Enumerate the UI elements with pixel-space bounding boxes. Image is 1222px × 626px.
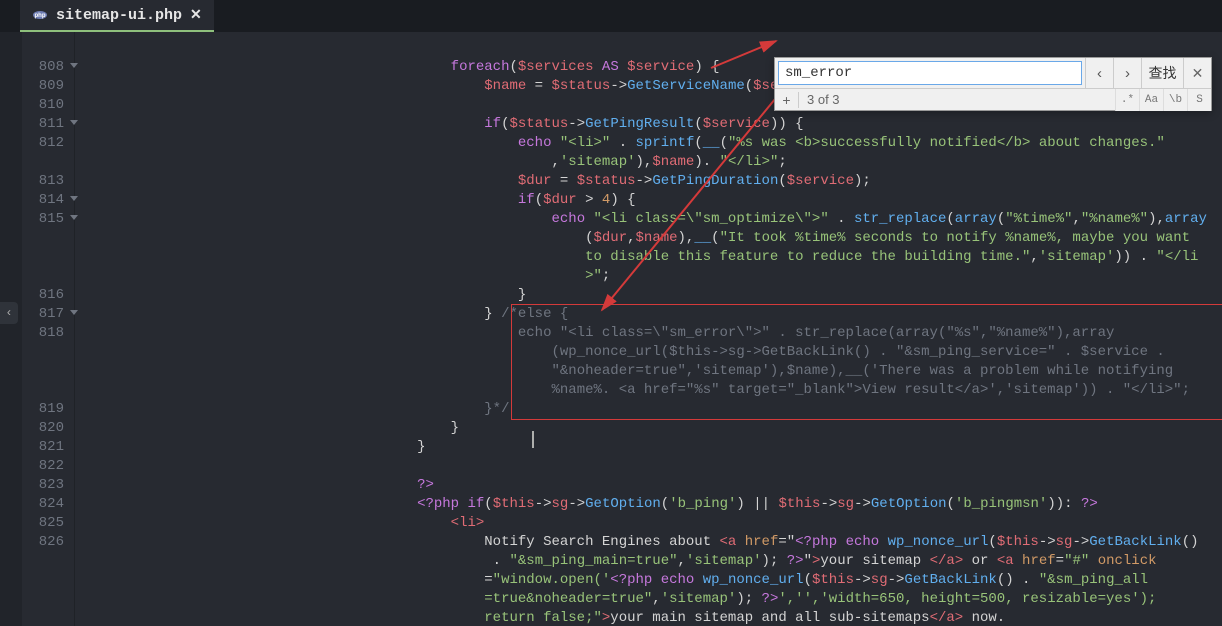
search-input[interactable]	[778, 61, 1082, 85]
editor: ‹ 80880981081181281381481581681781881982…	[0, 32, 1222, 626]
activity-bar: ‹	[0, 32, 22, 626]
search-close-button[interactable]: ✕	[1183, 58, 1211, 88]
panel-toggle-icon[interactable]: ‹	[0, 302, 18, 324]
code-line: }	[75, 420, 1222, 439]
line-number	[22, 249, 74, 268]
line-number: 825	[22, 515, 74, 534]
code-line: ="window.open('<?php echo wp_nonce_url($…	[75, 572, 1222, 591]
line-number	[22, 572, 74, 591]
text-cursor	[532, 431, 534, 448]
search-next-button[interactable]: ›	[1113, 58, 1141, 88]
code-line	[75, 458, 1222, 477]
line-number	[22, 230, 74, 249]
close-icon[interactable]: ✕	[190, 7, 202, 24]
line-number: 823	[22, 477, 74, 496]
tab-filename: sitemap-ui.php	[56, 7, 182, 24]
line-number: 814	[22, 192, 74, 211]
code-line: <?php if($this->sg->GetOption('b_ping') …	[75, 496, 1222, 515]
code-line: <li>	[75, 515, 1222, 534]
line-number: 813	[22, 173, 74, 192]
code-line: } /*else {	[75, 306, 1222, 325]
line-number	[22, 610, 74, 626]
line-number: 821	[22, 439, 74, 458]
line-number: 808	[22, 59, 74, 78]
line-number: 809	[22, 78, 74, 97]
code-line: return false;">your main sitemap and all…	[75, 610, 1222, 626]
line-number	[22, 382, 74, 401]
code-line: if($status->GetPingResult($service)) {	[75, 116, 1222, 135]
line-number	[22, 553, 74, 572]
code-line: "&noheader=true",'sitemap'),$name),__('T…	[75, 363, 1222, 382]
code-line: $dur = $status->GetPingDuration($service…	[75, 173, 1222, 192]
line-number	[22, 268, 74, 287]
search-case-toggle[interactable]: Aa	[1139, 89, 1163, 111]
line-number: 822	[22, 458, 74, 477]
line-number: 826	[22, 534, 74, 553]
search-selection-toggle[interactable]: S	[1187, 89, 1211, 111]
line-number	[22, 344, 74, 363]
code-line: ,'sitemap'),$name). "</li>";	[75, 154, 1222, 173]
php-file-icon: php	[32, 7, 48, 23]
line-number	[22, 154, 74, 173]
line-number	[22, 591, 74, 610]
line-number: 811	[22, 116, 74, 135]
search-find-button[interactable]: 查找	[1141, 58, 1183, 88]
search-expand-button[interactable]: +	[775, 92, 799, 108]
line-number: 818	[22, 325, 74, 344]
code-line: =true&noheader=true",'sitemap'); ?>','',…	[75, 591, 1222, 610]
code-line: }	[75, 287, 1222, 306]
search-regex-toggle[interactable]: .*	[1115, 89, 1139, 111]
line-number-gutter: 8088098108118128138148158168178188198208…	[22, 32, 74, 626]
line-number: 816	[22, 287, 74, 306]
line-number: 812	[22, 135, 74, 154]
line-number: 820	[22, 420, 74, 439]
line-number: 824	[22, 496, 74, 515]
line-number: 817	[22, 306, 74, 325]
code-line: echo "<li>" . sprintf(__("%s was <b>succ…	[75, 135, 1222, 154]
code-line: ?>	[75, 477, 1222, 496]
code-line: }*/	[75, 401, 1222, 420]
file-tab[interactable]: php sitemap-ui.php ✕	[20, 0, 214, 32]
code-line: . "&sm_ping_main=true",'sitemap'); ?>">y…	[75, 553, 1222, 572]
tab-bar: php sitemap-ui.php ✕	[0, 0, 1222, 32]
search-panel: ‹ › 查找 ✕ + 3 of 3 .* Aa \b S	[774, 57, 1212, 111]
search-result-count: 3 of 3	[799, 92, 1115, 107]
code-line: ($dur,$name),__("It took %time% seconds …	[75, 230, 1222, 249]
code-line: >";	[75, 268, 1222, 287]
line-number: 810	[22, 97, 74, 116]
line-number: 819	[22, 401, 74, 420]
code-line: }	[75, 439, 1222, 458]
code-line: to disable this feature to reduce the bu…	[75, 249, 1222, 268]
code-area[interactable]: foreach($services AS $service) { $name =…	[75, 32, 1222, 626]
code-line: if($dur > 4) {	[75, 192, 1222, 211]
line-number	[22, 363, 74, 382]
search-wholeword-toggle[interactable]: \b	[1163, 89, 1187, 111]
svg-text:php: php	[35, 13, 46, 19]
code-line: echo "<li class=\"sm_error\">" . str_rep…	[75, 325, 1222, 344]
code-line: echo "<li class=\"sm_optimize\">" . str_…	[75, 211, 1222, 230]
code-line: Notify Search Engines about <a href="<?p…	[75, 534, 1222, 553]
code-line: %name%. <a href="%s" target="_blank">Vie…	[75, 382, 1222, 401]
line-number: 815	[22, 211, 74, 230]
code-line: (wp_nonce_url($this->sg->GetBackLink() .…	[75, 344, 1222, 363]
search-prev-button[interactable]: ‹	[1085, 58, 1113, 88]
